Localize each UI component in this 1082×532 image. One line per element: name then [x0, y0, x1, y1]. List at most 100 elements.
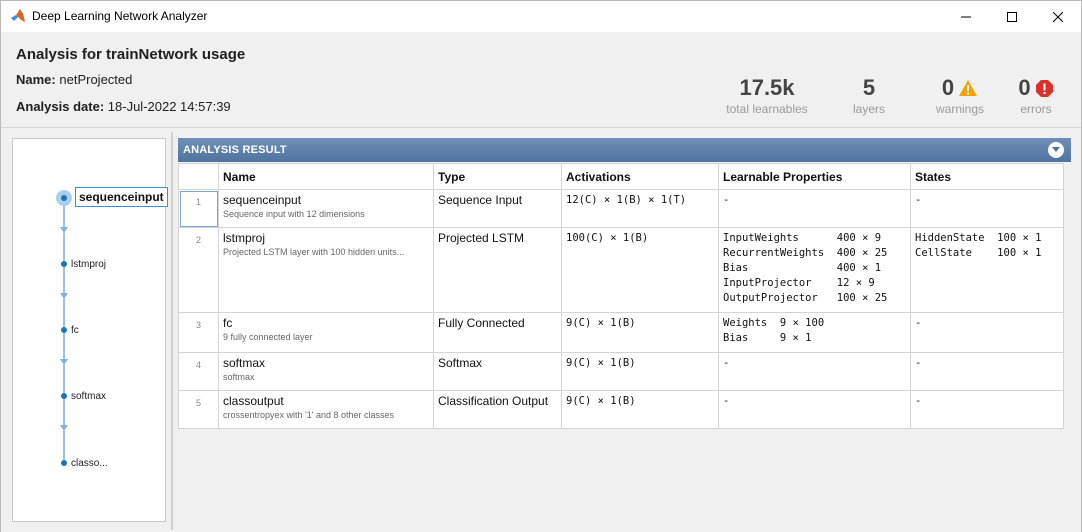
title-bar[interactable]: Deep Learning Network Analyzer: [1, 1, 1081, 32]
row-index: 5: [178, 390, 219, 429]
graph-node-sequenceinput[interactable]: [61, 195, 67, 201]
layer-name: sequenceinput: [223, 193, 302, 207]
window-title: Deep Learning Network Analyzer: [32, 9, 208, 23]
table-row[interactable]: 2 lstmproj Projected LSTM layer with 100…: [178, 227, 1064, 313]
analysis-header: Analysis for trainNetwork usage Name: ne…: [1, 32, 1081, 127]
layer-description: Sequence input with 12 dimensions: [223, 209, 365, 219]
layer-name-cell: sequenceinput Sequence input with 12 dim…: [218, 189, 434, 228]
layer-description: crossentropyex with '1' and 8 other clas…: [223, 410, 395, 420]
arrow-down-icon: [60, 293, 68, 299]
graph-node-fc[interactable]: [61, 327, 67, 333]
minimize-icon: [961, 16, 971, 17]
layer-learnables: InputWeights 400 × 9 RecurrentWeights 40…: [718, 227, 911, 313]
layer-type: Softmax: [433, 352, 562, 391]
layers-caption: layers: [852, 102, 885, 116]
name-value: netProjected: [59, 72, 133, 87]
close-icon: [1053, 11, 1063, 22]
analyzer-window: Deep Learning Network Analyzer Analysis …: [0, 0, 1082, 532]
layer-learnables: Weights 9 × 100 Bias 9 × 1: [718, 312, 911, 353]
table-row[interactable]: 5 classoutput crossentropyex with '1' an…: [178, 390, 1064, 429]
arrow-down-icon: [60, 227, 68, 233]
stat-errors[interactable]: 0 errors: [1006, 74, 1066, 116]
column-header-type[interactable]: Type: [433, 163, 562, 190]
main-body: sequenceinput lstmproj fc softmax classo…: [1, 127, 1081, 532]
analysis-date: Analysis date: 18-Jul-2022 14:57:39: [16, 99, 231, 114]
graph-node-lstmproj[interactable]: [61, 261, 67, 267]
analysis-result-title: ANALYSIS RESULT: [183, 144, 287, 156]
matlab-logo-icon: [11, 9, 25, 22]
collapse-button[interactable]: [1048, 142, 1064, 158]
column-header-index[interactable]: [178, 163, 219, 190]
maximize-button[interactable]: [989, 1, 1035, 32]
name-label: Name:: [16, 72, 56, 87]
layer-states: -: [910, 189, 1064, 228]
table-row[interactable]: 3 fc 9 fully connected layer Fully Conne…: [178, 312, 1064, 353]
layer-name: lstmproj: [223, 231, 266, 245]
errors-value: 0: [1018, 75, 1031, 100]
arrow-down-icon: [60, 359, 68, 365]
layer-states: -: [910, 312, 1064, 353]
layer-activations: 9(C) × 1(B): [561, 312, 719, 353]
graph-node-softmax[interactable]: [61, 393, 67, 399]
graph-label-sequenceinput[interactable]: sequenceinput: [75, 187, 168, 207]
layer-activations: 9(C) × 1(B): [561, 390, 719, 429]
layer-learnables: -: [718, 390, 911, 429]
column-header-name[interactable]: Name: [218, 163, 434, 190]
layer-type: Fully Connected: [433, 312, 562, 353]
layer-type: Classification Output: [433, 390, 562, 429]
layer-type: Projected LSTM: [433, 227, 562, 313]
warning-icon: [959, 80, 978, 96]
graph-label-softmax[interactable]: softmax: [71, 391, 106, 402]
stat-warnings[interactable]: 0 warnings: [923, 74, 997, 116]
stat-layers: 5 layers: [839, 74, 899, 116]
layer-activations: 9(C) × 1(B): [561, 352, 719, 391]
errors-caption: errors: [1020, 102, 1052, 116]
analysis-result-panel: ANALYSIS RESULT Name Type Activations Le…: [178, 138, 1071, 522]
graph-label-classoutput[interactable]: classo...: [71, 458, 108, 469]
layer-type: Sequence Input: [433, 189, 562, 228]
minimize-button[interactable]: [943, 1, 989, 32]
layer-learnables: -: [718, 189, 911, 228]
layers-value: 5: [862, 75, 876, 100]
arrow-down-icon: [60, 425, 68, 431]
layer-description: 9 fully connected layer: [223, 332, 313, 342]
layer-description: Projected LSTM layer with 100 hidden uni…: [223, 247, 405, 257]
layer-name-cell: classoutput crossentropyex with '1' and …: [218, 390, 434, 429]
network-name: Name: netProjected: [16, 72, 132, 87]
row-index: 2: [178, 227, 219, 313]
layer-states: HiddenState 100 × 1 CellState 100 × 1: [910, 227, 1064, 313]
analysis-title: Analysis for trainNetwork usage: [16, 46, 246, 63]
warnings-value: 0: [941, 75, 955, 100]
layer-activations: 12(C) × 1(B) × 1(T): [561, 189, 719, 228]
layer-name-cell: fc 9 fully connected layer: [218, 312, 434, 353]
panel-splitter[interactable]: [171, 132, 173, 530]
layer-learnables: -: [718, 352, 911, 391]
date-value: 18-Jul-2022 14:57:39: [107, 99, 231, 114]
layer-name: softmax: [223, 356, 266, 370]
column-header-states[interactable]: States: [910, 163, 1064, 190]
chevron-down-icon: [1052, 147, 1060, 152]
column-header-activations[interactable]: Activations: [561, 163, 719, 190]
table-row[interactable]: 4 softmax softmax Softmax 9(C) × 1(B) - …: [178, 352, 1064, 391]
graph-label-lstmproj[interactable]: lstmproj: [71, 259, 106, 270]
table-row[interactable]: 1 sequenceinput Sequence input with 12 d…: [178, 189, 1064, 228]
layer-name: fc: [223, 316, 233, 330]
table-header-row: Name Type Activations Learnable Properti…: [178, 163, 1064, 190]
layer-activations: 100(C) × 1(B): [561, 227, 719, 313]
layer-states: -: [910, 390, 1064, 429]
learnables-value: 17.5k: [739, 75, 795, 100]
learnables-caption: total learnables: [726, 102, 808, 116]
graph-label-fc[interactable]: fc: [71, 325, 79, 336]
row-index: 4: [178, 352, 219, 391]
row-index: 1: [178, 189, 219, 228]
stat-learnables: 17.5k total learnables: [721, 74, 813, 116]
layer-states: -: [910, 352, 1064, 391]
analysis-table: Name Type Activations Learnable Properti…: [178, 163, 1064, 429]
column-header-learnables[interactable]: Learnable Properties: [718, 163, 911, 190]
network-graph-panel[interactable]: sequenceinput lstmproj fc softmax classo…: [12, 138, 168, 522]
warnings-caption: warnings: [935, 102, 985, 116]
close-button[interactable]: [1035, 1, 1081, 32]
analysis-result-header: ANALYSIS RESULT: [178, 138, 1071, 162]
graph-node-classoutput[interactable]: [61, 460, 67, 466]
layer-name-cell: softmax softmax: [218, 352, 434, 391]
